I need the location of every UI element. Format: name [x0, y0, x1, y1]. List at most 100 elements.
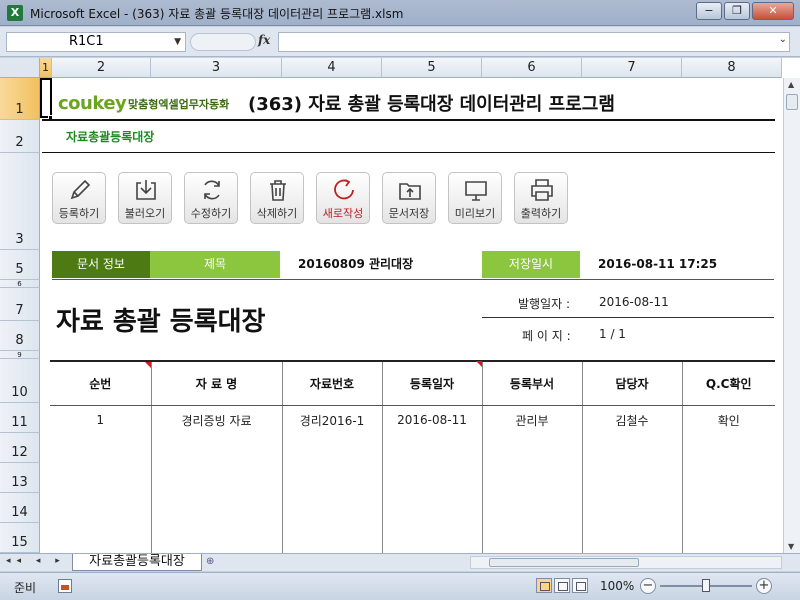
table-cell[interactable]: [151, 495, 283, 525]
name-box[interactable]: R1C1 ▼: [6, 32, 186, 52]
table-cell[interactable]: [282, 465, 383, 495]
column-header[interactable]: 8: [682, 58, 782, 78]
new-button[interactable]: 새로작성: [316, 172, 370, 224]
table-cell[interactable]: [482, 435, 583, 465]
expand-formula-icon[interactable]: ⌄: [779, 34, 787, 45]
scroll-thumb[interactable]: [786, 94, 798, 110]
column-header[interactable]: 5: [382, 58, 482, 78]
table-header[interactable]: 순번: [50, 360, 152, 406]
page-value[interactable]: 1 / 1: [599, 327, 626, 341]
column-header[interactable]: 3: [151, 58, 282, 78]
table-cell[interactable]: 확인: [682, 405, 775, 435]
edit-button[interactable]: 수정하기: [184, 172, 238, 224]
table-header[interactable]: 자 료 명: [151, 360, 283, 406]
table-cell[interactable]: [282, 525, 383, 553]
table-cell[interactable]: [582, 525, 683, 553]
table-cell[interactable]: [682, 465, 775, 495]
table-header[interactable]: Q.C확인: [682, 360, 775, 406]
table-cell[interactable]: 김철수: [582, 405, 683, 435]
column-header[interactable]: 6: [482, 58, 582, 78]
column-header[interactable]: 4: [282, 58, 382, 78]
zoom-out-button[interactable]: −: [640, 578, 656, 594]
save-button[interactable]: 문서저장: [382, 172, 436, 224]
delete-button[interactable]: 삭제하기: [250, 172, 304, 224]
active-cell[interactable]: [40, 78, 52, 118]
row-header[interactable]: 15: [0, 523, 40, 553]
insert-function-icon[interactable]: fx: [258, 33, 270, 47]
column-header[interactable]: 7: [582, 58, 682, 78]
row-header[interactable]: 12: [0, 433, 40, 463]
table-cell[interactable]: [682, 525, 775, 553]
table-cell[interactable]: 2016-08-11: [382, 360, 483, 435]
table-header[interactable]: 등록일자: [382, 360, 483, 406]
comment-indicator[interactable]: [475, 360, 482, 367]
row-header[interactable]: 11: [0, 403, 40, 433]
table-cell[interactable]: [482, 495, 583, 525]
row-header[interactable]: 3: [0, 153, 40, 250]
table-cell[interactable]: [282, 435, 383, 465]
chevron-down-icon[interactable]: ▼: [174, 33, 181, 51]
row-header[interactable]: 8: [0, 321, 40, 351]
row-header[interactable]: 14: [0, 493, 40, 523]
table-cell[interactable]: [582, 435, 683, 465]
worksheet-grid[interactable]: 1 2 3 4 5 6 7 8 1 2 3 5 6 7 8 9 10 11 12…: [0, 58, 800, 553]
column-header[interactable]: 1: [40, 58, 52, 78]
table-cell[interactable]: [682, 435, 775, 465]
table-cell[interactable]: 경리2016-1: [282, 405, 383, 435]
table-cell[interactable]: [50, 495, 152, 525]
row-header[interactable]: 13: [0, 463, 40, 493]
insert-sheet-icon[interactable]: ⊕: [206, 556, 224, 569]
page-layout-view-icon[interactable]: [554, 578, 570, 593]
table-header[interactable]: 자료번호: [282, 360, 383, 406]
vertical-scrollbar[interactable]: ▲ ▼: [783, 78, 800, 553]
table-cell[interactable]: [50, 435, 152, 465]
table-cell[interactable]: [482, 525, 583, 553]
tab-sheet-active[interactable]: 자료총괄등록대장: [72, 554, 202, 571]
table-cell[interactable]: [151, 465, 283, 495]
table-cell[interactable]: [151, 435, 283, 465]
table-cell[interactable]: [582, 495, 683, 525]
table-cell[interactable]: [151, 525, 283, 553]
table-cell[interactable]: 관리부: [482, 405, 583, 435]
restore-button[interactable]: ❐: [724, 2, 750, 20]
table-cell[interactable]: 1: [50, 405, 152, 435]
issue-date-value[interactable]: 2016-08-11: [599, 295, 669, 309]
minimize-button[interactable]: −: [696, 2, 722, 20]
scroll-thumb[interactable]: [489, 558, 639, 567]
row-header[interactable]: 6: [0, 280, 40, 288]
table-cell[interactable]: [582, 465, 683, 495]
print-button[interactable]: 출력하기: [514, 172, 568, 224]
row-header[interactable]: 7: [0, 288, 40, 321]
preview-button[interactable]: 미리보기: [448, 172, 502, 224]
table-cell[interactable]: [50, 465, 152, 495]
zoom-in-button[interactable]: +: [756, 578, 772, 594]
macro-record-icon[interactable]: [58, 579, 72, 593]
table-cell[interactable]: [682, 495, 775, 525]
row-header[interactable]: 5: [0, 250, 40, 280]
table-cell[interactable]: [382, 525, 483, 553]
select-all-corner[interactable]: [0, 58, 40, 78]
table-cell[interactable]: [482, 465, 583, 495]
saved-value[interactable]: 2016-08-11 17:25: [598, 251, 717, 278]
title-value[interactable]: 20160809 관리대장: [298, 251, 413, 278]
close-button[interactable]: ✕: [752, 2, 794, 20]
row-header[interactable]: 10: [0, 359, 40, 403]
row-header[interactable]: 9: [0, 351, 40, 359]
formula-input[interactable]: ⌄: [278, 32, 790, 52]
normal-view-icon[interactable]: [536, 578, 552, 593]
table-cell[interactable]: 경리증빙 자료: [151, 405, 283, 435]
row-header[interactable]: 2: [0, 120, 40, 153]
table-cell[interactable]: [282, 495, 383, 525]
zoom-level[interactable]: 100%: [600, 579, 634, 593]
table-header[interactable]: 담당자: [582, 360, 683, 406]
table-cell[interactable]: [382, 495, 483, 525]
page-break-view-icon[interactable]: [572, 578, 588, 593]
horizontal-scrollbar[interactable]: [470, 556, 782, 569]
scroll-down-icon[interactable]: ▼: [788, 542, 794, 551]
table-header[interactable]: 등록부서: [482, 360, 583, 406]
zoom-slider-thumb[interactable]: [702, 579, 710, 592]
excel-app-icon[interactable]: X: [7, 5, 23, 21]
scroll-up-icon[interactable]: ▲: [788, 80, 794, 89]
table-cell[interactable]: [50, 525, 152, 553]
formula-cancel-enter[interactable]: [190, 33, 256, 51]
